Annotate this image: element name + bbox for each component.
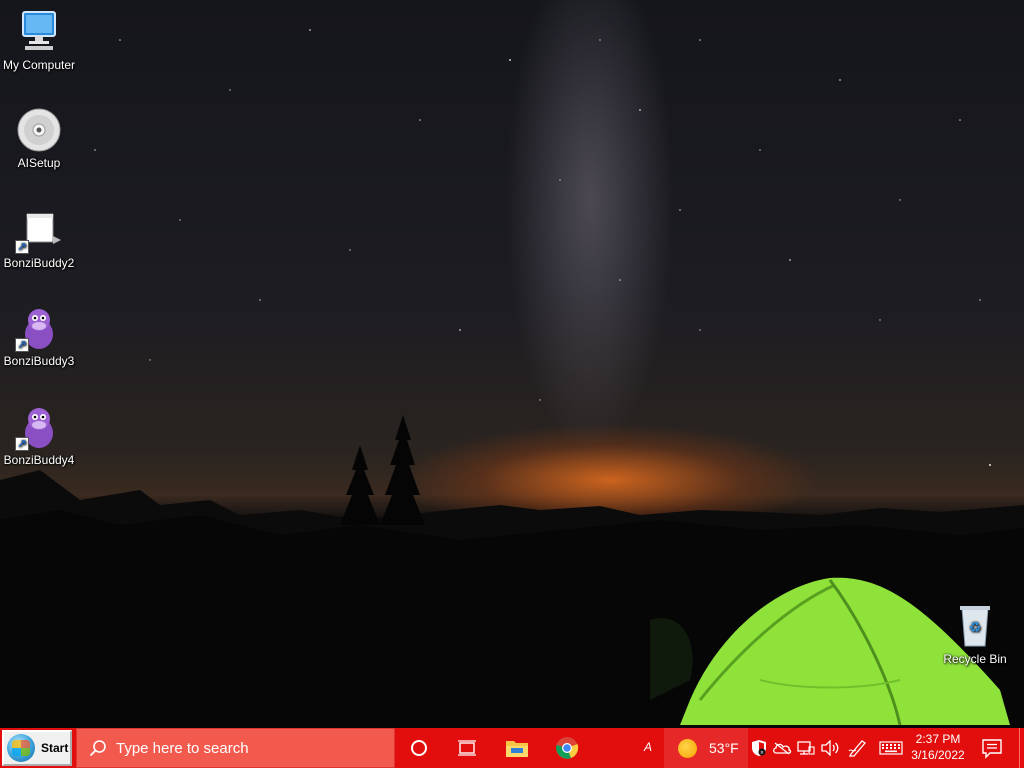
clock-date: 3/16/2022 [911,748,965,762]
taskbar: Start Type here to search A 53°F × 2:37 … [0,728,1024,768]
chrome-button[interactable] [543,728,591,768]
desktop-icon-label: AISetup [17,156,61,170]
search-placeholder: Type here to search [116,739,249,757]
clock-time: 2:37 PM [915,732,961,746]
network-icon[interactable] [796,738,816,758]
recycle-bin-icon: ♻ [951,602,999,650]
desktop-icon-label: BonziBuddy3 [3,354,75,368]
desktop-icon-bonzibuddy3[interactable]: ↗ BonziBuddy3 [0,304,78,368]
desktop-wallpaper [0,0,1024,728]
shortcut-arrow-icon: ↗ [15,437,29,451]
search-input[interactable]: Type here to search [76,728,395,768]
clock[interactable]: 2:37 PM 3/16/2022 [904,731,972,763]
tray-text: A [644,740,653,754]
cortana-button[interactable] [395,728,443,768]
bonzi-gorilla-icon: ↗ [15,304,63,352]
desktop-icon-bonzibuddy4[interactable]: ↗ BonziBuddy4 [0,403,78,467]
chrome-icon [556,737,579,759]
computer-icon [15,8,63,56]
desktop-icon-label: BonziBuddy2 [3,256,75,270]
volume-icon[interactable] [820,738,840,758]
weather-widget[interactable]: 53°F [664,728,748,768]
desktop-icon-label: Recycle Bin [943,652,1007,666]
security-shield-icon[interactable]: × [749,738,769,758]
action-center-icon [982,739,1002,759]
pen-icon[interactable] [848,738,868,758]
desktop-icon-label: BonziBuddy4 [3,453,75,467]
cortana-circle-icon [411,740,427,756]
desktop-icon-my-computer[interactable]: My Computer [0,8,78,72]
onedrive-icon[interactable] [772,738,792,758]
desktop-icon-bonzibuddy2[interactable]: ↗ BonziBuddy2 [0,206,78,270]
shortcut-arrow-icon: ↗ [15,240,29,254]
folder-icon [506,741,528,757]
bonzi-gorilla-icon: ↗ [15,403,63,451]
svg-text:♻: ♻ [969,620,982,636]
task-view-icon [458,740,476,756]
starfield [0,29,1024,728]
cd-disc-icon [15,106,63,154]
show-desktop-button[interactable] [1019,728,1024,768]
task-view-button[interactable] [443,728,491,768]
weather-temperature: 53°F [709,740,739,756]
start-orb-icon [7,734,35,762]
file-explorer-button[interactable] [493,728,541,768]
svg-text:×: × [760,750,764,756]
search-icon [89,740,106,757]
desktop-icon-recycle-bin[interactable]: ♻ Recycle Bin [936,602,1014,666]
start-button[interactable]: Start [2,730,72,766]
start-label: Start [41,741,69,755]
shortcut-arrow-icon: ↗ [15,338,29,352]
keyboard-icon[interactable] [878,738,904,758]
desktop-icon-aisetup[interactable]: AISetup [0,106,78,170]
folder-shortcut-icon: ↗ [15,206,63,254]
desktop-icon-label: My Computer [2,58,76,72]
sun-icon [678,738,697,758]
action-center-button[interactable] [980,736,1004,760]
